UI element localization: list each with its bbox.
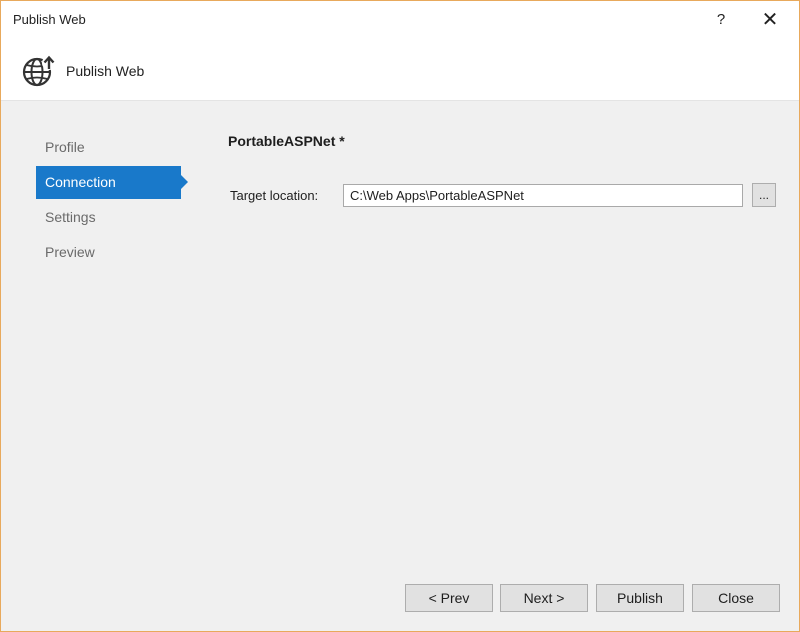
profile-name-heading: PortableASPNet *: [228, 133, 345, 149]
target-location-input[interactable]: [343, 184, 743, 207]
nav-item-preview[interactable]: Preview: [36, 236, 191, 269]
publish-button[interactable]: Publish: [596, 584, 684, 612]
nav-item-settings[interactable]: Settings: [36, 201, 191, 234]
window-title: Publish Web: [13, 12, 86, 27]
title-bar: Publish Web ? ✕: [1, 1, 799, 38]
header-title: Publish Web: [66, 63, 145, 79]
window-close-button[interactable]: ✕: [747, 1, 793, 38]
nav-item-profile[interactable]: Profile: [36, 131, 191, 164]
browse-button[interactable]: ...: [752, 183, 776, 207]
nav-item-connection[interactable]: Connection: [36, 166, 188, 199]
next-button[interactable]: Next >: [500, 584, 588, 612]
close-button[interactable]: Close: [692, 584, 780, 612]
dialog-header: Publish Web: [1, 38, 799, 101]
target-location-label: Target location:: [230, 188, 319, 203]
prev-button[interactable]: < Prev: [405, 584, 493, 612]
help-button[interactable]: ?: [698, 1, 744, 38]
wizard-nav: Profile Connection Settings Preview: [36, 131, 191, 271]
globe-publish-icon: [22, 55, 56, 87]
publish-web-dialog: Publish Web ? ✕ Publish Web Profile Conn…: [0, 0, 800, 632]
